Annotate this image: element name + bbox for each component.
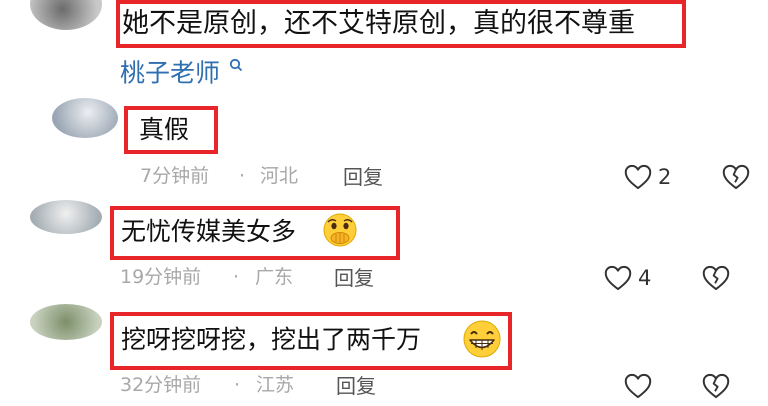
comment-location: 广东 xyxy=(255,266,294,288)
broken-heart-icon[interactable] xyxy=(722,164,750,190)
mention-link[interactable]: 桃子老师 xyxy=(120,58,243,85)
like-count: 4 xyxy=(638,266,652,290)
meta-separator: · xyxy=(233,266,240,288)
broken-heart-icon[interactable] xyxy=(702,373,730,399)
meta-separator: · xyxy=(234,374,241,396)
like-count: 2 xyxy=(658,165,672,189)
heart-icon[interactable] xyxy=(624,164,652,190)
heart-icon[interactable] xyxy=(604,265,632,291)
avatar[interactable] xyxy=(30,200,102,234)
grinning-face-emoji-icon xyxy=(463,320,501,358)
mention-text: 桃子老师 xyxy=(120,58,221,88)
comment-text: 挖呀挖呀挖，挖出了两千万 xyxy=(121,325,422,354)
comment-time: 19分钟前 xyxy=(120,266,202,288)
reply-button[interactable]: 回复 xyxy=(334,268,374,288)
search-icon xyxy=(229,58,243,72)
avatar[interactable] xyxy=(30,304,102,340)
comment-text: 她不是原创，还不艾特原创，真的很不尊重 xyxy=(122,8,635,39)
broken-heart-icon[interactable] xyxy=(702,265,730,291)
meta-separator: · xyxy=(239,165,246,187)
reply-button[interactable]: 回复 xyxy=(343,167,383,187)
comment-text: 无忧传媒美女多 xyxy=(121,217,297,246)
heart-icon[interactable] xyxy=(624,373,652,399)
avatar[interactable] xyxy=(52,98,118,138)
comment-time: 7分钟前 xyxy=(140,165,210,187)
reply-button[interactable]: 回复 xyxy=(336,376,376,396)
avatar[interactable] xyxy=(30,0,102,30)
comment-location: 河北 xyxy=(260,165,299,187)
covering-mouth-emoji-icon xyxy=(323,213,357,247)
comment-text: 真假 xyxy=(139,115,190,144)
comment-location: 江苏 xyxy=(256,374,295,396)
comment-time: 32分钟前 xyxy=(120,374,202,396)
